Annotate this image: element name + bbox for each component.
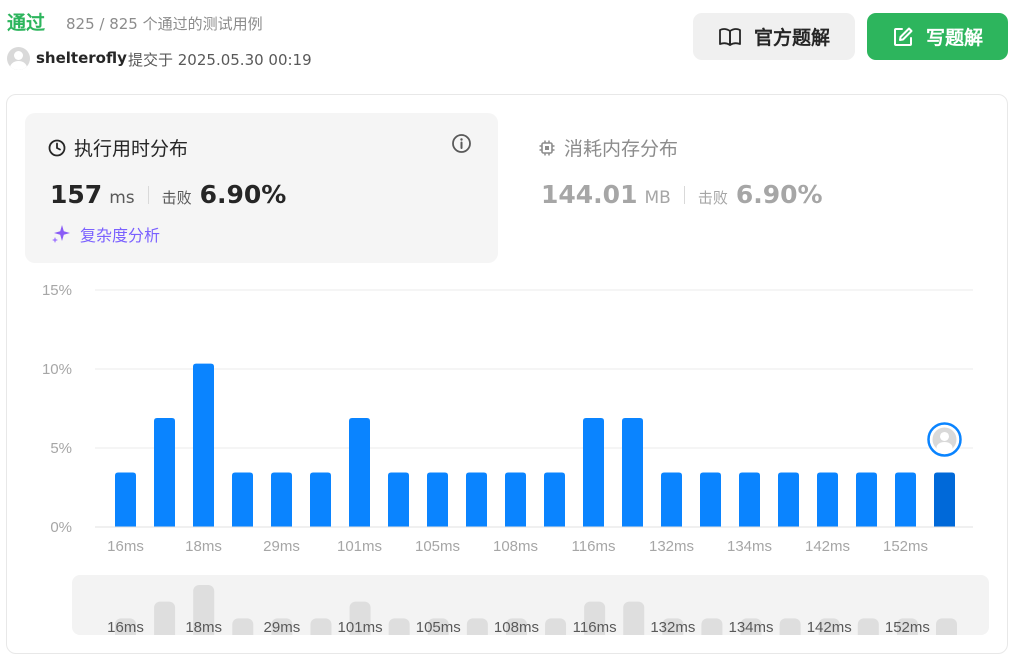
mini-tick-label: 116ms	[573, 619, 617, 635]
avatar-body	[936, 441, 953, 453]
mini-tick-label: 134ms	[729, 619, 774, 635]
mini-bar	[232, 618, 254, 635]
write-solution-label: 写题解	[925, 27, 983, 49]
divider	[147, 185, 149, 204]
mini-tick-label: 29ms	[264, 619, 301, 635]
runtime-beat-label: 击败	[161, 189, 192, 207]
bar[interactable]	[817, 472, 838, 527]
mini-tick-label: 108ms	[494, 619, 539, 635]
mini-bar	[623, 601, 645, 635]
x-tick-label: 29ms	[263, 538, 300, 555]
mini-tick-label: 18ms	[185, 619, 222, 635]
mini-tick-label: 101ms	[338, 619, 383, 635]
memory-beat-value: 6.90%	[735, 180, 823, 209]
mini-bar	[857, 618, 879, 635]
memory-value: 144.01	[541, 180, 638, 209]
bar[interactable]	[466, 472, 487, 527]
x-tick-label: 105ms	[415, 538, 460, 555]
avatar-head	[940, 431, 949, 441]
memory-tab[interactable]: 消耗内存分布	[538, 134, 678, 161]
book-open-icon	[719, 27, 741, 46]
runtime-value: 157	[50, 180, 103, 209]
memory-unit: MB	[644, 188, 671, 208]
bar-current[interactable]	[934, 472, 955, 527]
runtime-unit: ms	[109, 188, 135, 208]
mini-tick-label: 105ms	[416, 619, 461, 635]
clock-icon	[48, 139, 66, 156]
bar[interactable]	[700, 472, 721, 527]
official-solution-button[interactable]: 官方题解	[693, 13, 855, 60]
x-tick-label: 152ms	[883, 538, 928, 555]
divider	[683, 185, 685, 204]
memory-beat-label: 击败	[697, 189, 728, 207]
chip-icon	[539, 140, 555, 155]
bar[interactable]	[622, 417, 643, 527]
bar[interactable]	[115, 472, 136, 527]
bar[interactable]	[154, 417, 175, 527]
mini-bar	[154, 601, 176, 635]
x-tick-label: 101ms	[337, 538, 382, 555]
mini-tick-label: 152ms	[885, 619, 930, 635]
mini-tick-label: 132ms	[650, 619, 695, 635]
bar[interactable]	[193, 363, 214, 527]
mini-bar	[701, 618, 723, 635]
official-solution-label: 官方题解	[753, 27, 830, 49]
y-tick-label: 5%	[50, 440, 72, 457]
bar[interactable]	[388, 472, 409, 527]
bar[interactable]	[778, 472, 799, 527]
testcase-count: 825 / 825 个通过的测试用例	[66, 15, 263, 33]
x-tick-label: 16ms	[107, 538, 144, 555]
mini-bar	[466, 618, 488, 635]
mini-bar	[779, 618, 801, 635]
x-tick-label: 116ms	[572, 538, 616, 555]
complexity-label: 复杂度分析	[80, 226, 161, 245]
user-avatar[interactable]	[7, 47, 30, 70]
x-tick-label: 142ms	[805, 538, 850, 555]
x-tick-label: 18ms	[185, 538, 222, 555]
bar[interactable]	[232, 472, 253, 527]
write-solution-button[interactable]: 写题解	[867, 13, 1008, 60]
bar[interactable]	[661, 472, 682, 527]
bar[interactable]	[505, 472, 526, 527]
complexity-analysis-link[interactable]: 复杂度分析	[50, 222, 160, 246]
bar[interactable]	[310, 472, 331, 527]
memory-stats: 144.01 MB 击败 6.90%	[541, 180, 823, 209]
y-tick-label: 0%	[50, 519, 72, 536]
runtime-title: 执行用时分布	[74, 138, 189, 160]
username-link[interactable]: shelterofly	[36, 49, 127, 67]
bar[interactable]	[271, 472, 292, 527]
mini-bar	[545, 618, 567, 635]
y-tick-label: 10%	[42, 361, 72, 378]
x-tick-label: 108ms	[493, 538, 538, 555]
x-tick-label: 134ms	[727, 538, 772, 555]
bar[interactable]	[856, 472, 877, 527]
submission-time: 提交于 2025.05.30 00:19	[128, 51, 312, 69]
mini-bar	[388, 618, 410, 635]
edit-icon	[893, 27, 913, 46]
bar[interactable]	[739, 472, 760, 527]
bar[interactable]	[427, 472, 448, 527]
bar[interactable]	[544, 472, 565, 527]
y-tick-label: 15%	[42, 282, 72, 299]
info-icon[interactable]	[451, 133, 472, 154]
bar[interactable]	[895, 472, 916, 527]
mini-bar	[310, 618, 332, 635]
sparkle-icon	[52, 225, 70, 243]
memory-title: 消耗内存分布	[564, 138, 679, 160]
chart-range-scrubber[interactable]: 16ms 18ms 29ms 101ms 105ms 108ms 116ms 132ms 134…	[72, 575, 989, 635]
scrubber-preview[interactable]: 16ms 18ms 29ms 101ms 105ms 108ms 116ms 132ms 134…	[72, 575, 989, 635]
x-tick-label: 132ms	[649, 538, 694, 555]
bar[interactable]	[349, 417, 370, 527]
submission-status: 通过	[7, 12, 46, 34]
mini-tick-label: 16ms	[107, 619, 144, 635]
runtime-tab[interactable]: 执行用时分布	[48, 134, 188, 161]
runtime-beat-value: 6.90%	[199, 180, 287, 209]
runtime-distribution-chart[interactable]: 0% 5% 10% 15% 16ms 18ms 29ms 101ms 105ms 108ms 116…	[0, 270, 1021, 570]
runtime-stats: 157 ms 击败 6.90%	[50, 180, 286, 209]
mini-bar	[936, 618, 957, 635]
mini-tick-label: 142ms	[807, 619, 852, 635]
bar[interactable]	[583, 417, 604, 527]
